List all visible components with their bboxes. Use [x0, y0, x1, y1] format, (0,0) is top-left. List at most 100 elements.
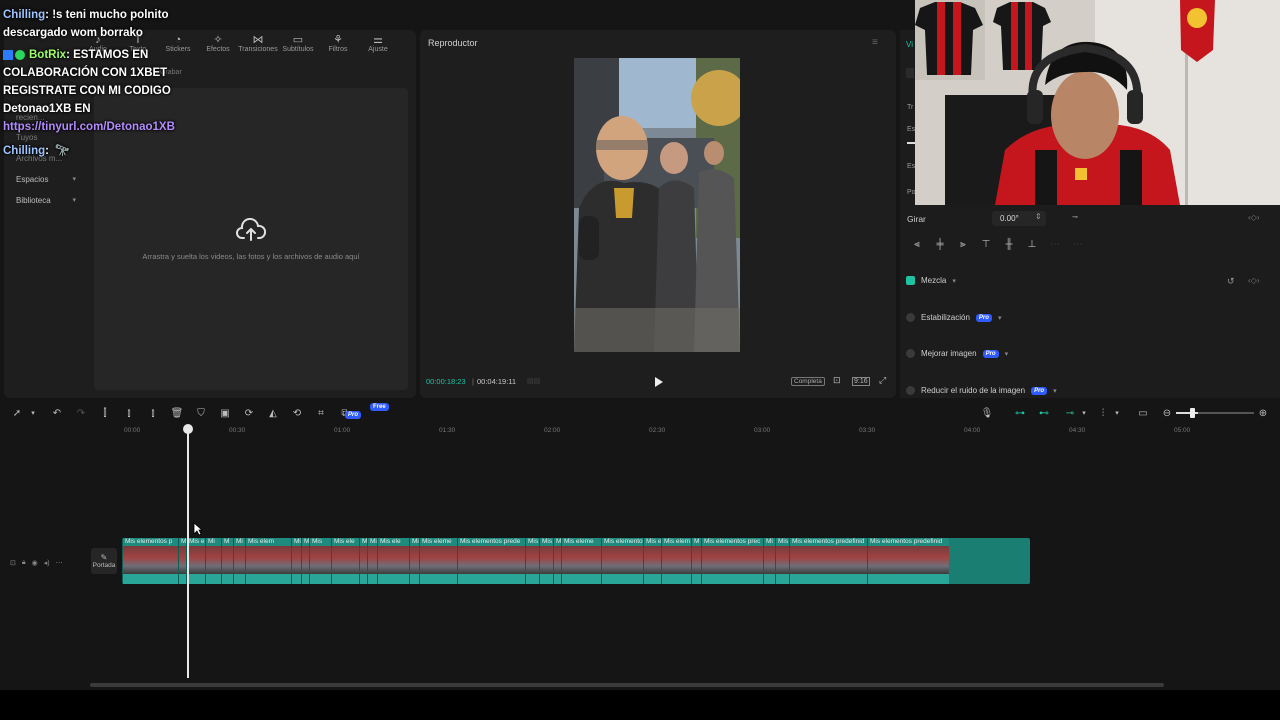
crop-icon[interactable]: ⌗: [314, 406, 328, 420]
timeline-clip[interactable]: Mi: [205, 538, 221, 584]
media-dropzone[interactable]: Arrastra y suelta los videos, las fotos …: [94, 88, 408, 390]
timeline-clip[interactable]: M: [691, 538, 701, 584]
timeline-clip[interactable]: M: [553, 538, 561, 584]
timeline-clip[interactable]: Mi: [291, 538, 301, 584]
tab-stickers[interactable]: ◔ Stickers: [160, 34, 196, 58]
sidebar-item-spaces[interactable]: Espacios ▾: [8, 170, 82, 188]
zoom-slider-track[interactable]: [1198, 412, 1254, 414]
caption-icon[interactable]: ▭: [1136, 406, 1150, 420]
timeline-clip[interactable]: M: [359, 538, 367, 584]
tab-effects[interactable]: ✧ Efectos: [200, 34, 236, 58]
props-slider-stub[interactable]: [907, 142, 915, 144]
enhance-image-checkbox[interactable]: [906, 349, 915, 358]
timeline-clip[interactable]: Mi: [301, 538, 311, 584]
split-left-icon[interactable]: ⫾: [122, 406, 136, 420]
distribute-h-icon[interactable]: ⋯: [1048, 237, 1062, 251]
timeline-clip[interactable]: Mis elem: [245, 538, 291, 584]
reverse-icon[interactable]: ⟳: [242, 406, 256, 420]
stabilization-checkbox[interactable]: [906, 313, 915, 322]
rotate-input[interactable]: 0.00°: [1000, 214, 1019, 223]
stabilization-row[interactable]: Estabilización Pro ▾: [906, 313, 1001, 322]
rotate-reset-icon[interactable]: ⊸: [1072, 213, 1078, 221]
playhead[interactable]: [187, 430, 189, 678]
align-left-icon[interactable]: ⫷: [910, 237, 924, 251]
aspect-ratio-icon[interactable]: 9:16: [852, 377, 870, 386]
quality-select[interactable]: Completa: [791, 377, 825, 386]
freeze-icon[interactable]: ▣: [218, 406, 232, 420]
undo-icon[interactable]: ↶: [50, 406, 64, 420]
video-preview[interactable]: [574, 58, 740, 352]
fullscreen-icon[interactable]: ⤢: [879, 375, 886, 386]
sidebar-item-library[interactable]: Biblioteca ▾: [8, 191, 82, 209]
reset-icon[interactable]: ↺: [1227, 276, 1235, 287]
align-right-icon[interactable]: ⫸: [956, 237, 970, 251]
timeline-clip[interactable]: Mis elemento: [601, 538, 643, 584]
timeline-clip[interactable]: Mis elementos prede: [457, 538, 525, 584]
keyframe-icon[interactable]: ‹◇›: [1248, 213, 1259, 222]
timeline-clip[interactable]: Mis: [775, 538, 789, 584]
rotate-stepper-icon[interactable]: ⇕: [1035, 212, 1042, 221]
timeline-clip[interactable]: Mis elementos predefinid: [789, 538, 867, 584]
denoise-row[interactable]: Reducir el ruido de la imagen Pro ▾: [906, 386, 1057, 395]
link-icon[interactable]: ⊸: [1063, 406, 1077, 420]
auto-snap-icon[interactable]: ⊷: [1037, 406, 1051, 420]
blend-row[interactable]: Mezcla ▾: [906, 276, 956, 285]
playhead-handle[interactable]: [183, 424, 193, 434]
select-tool-icon[interactable]: ➚: [10, 406, 24, 420]
chevron-down-icon[interactable]: ▾: [26, 406, 40, 420]
chevron-down-icon[interactable]: ▾: [1077, 406, 1091, 420]
tab-transitions[interactable]: ⋈ Transiciones: [238, 34, 277, 58]
more-icon[interactable]: ⋯: [56, 559, 63, 567]
timeline-clip[interactable]: Mis elem: [661, 538, 691, 584]
props-tab-video[interactable]: Vi: [906, 40, 913, 49]
tab-subtitles[interactable]: ▭ Subtítulos: [280, 34, 316, 58]
timeline-clip[interactable]: Mis: [525, 538, 539, 584]
zoom-slider-thumb[interactable]: [1190, 408, 1195, 418]
keyframe-icon[interactable]: ‹◇›: [1248, 276, 1259, 285]
align-center-v-icon[interactable]: ╫: [1002, 237, 1016, 251]
redo-icon[interactable]: ↷: [74, 406, 88, 420]
split-icon[interactable]: ⫿: [98, 406, 112, 420]
marker-icon[interactable]: ⛉: [194, 406, 208, 420]
timeline-clip[interactable]: M: [178, 538, 186, 584]
align-top-icon[interactable]: ⊤: [979, 237, 993, 251]
zoom-out-icon[interactable]: ⊖: [1160, 406, 1174, 420]
menu-icon[interactable]: ≡: [872, 37, 878, 48]
tab-adjust[interactable]: ⚌ Ajuste: [360, 34, 396, 58]
timeline-clip[interactable]: Mis elementos predefinid: [867, 538, 949, 584]
time-ruler[interactable]: [88, 424, 1280, 438]
timeline-clip[interactable]: Mis eleme: [561, 538, 601, 584]
preview-axis-icon[interactable]: ⫶: [1096, 406, 1110, 420]
mirror-icon[interactable]: ◭: [266, 406, 280, 420]
distribute-v-icon[interactable]: ⋯: [1071, 237, 1085, 251]
video-track[interactable]: Mis elementos p M Mis e Mi M Mi Mis elem Mi Mi Mi…: [122, 538, 1030, 584]
align-center-h-icon[interactable]: ╪: [933, 237, 947, 251]
speaker-icon[interactable]: ◂): [44, 559, 50, 567]
timeline-clip[interactable]: Mis eleme: [419, 538, 457, 584]
tab-filters[interactable]: ⚘ Filtros: [320, 34, 356, 58]
timeline-clip[interactable]: Mis ele: [377, 538, 409, 584]
eye-icon[interactable]: ◉: [32, 559, 38, 567]
main-track-magnet-icon[interactable]: ⊶: [1013, 406, 1027, 420]
timeline-clip[interactable]: Mis elementos p: [122, 538, 178, 584]
split-right-icon[interactable]: ⫾: [146, 406, 160, 420]
timecode-toggle-icon[interactable]: ▤▤: [527, 377, 540, 385]
screenshot-icon[interactable]: ⊡: [833, 375, 841, 386]
timeline-scrollbar[interactable]: [90, 683, 1164, 687]
zoom-in-icon[interactable]: ⊕: [1256, 406, 1270, 420]
timeline-clip[interactable]: Mi: [367, 538, 377, 584]
track-toggle-icon[interactable]: ⊡: [10, 559, 16, 567]
delete-icon[interactable]: 🗑︎: [170, 406, 184, 420]
chat-link[interactable]: https://tinyurl.com/Detonao1XB: [3, 121, 175, 133]
timeline-clip[interactable]: Mi: [409, 538, 419, 584]
enhance-image-row[interactable]: Mejorar imagen Pro ▾: [906, 349, 1008, 358]
timeline-clip[interactable]: Mis ele: [331, 538, 359, 584]
timeline-clip[interactable]: Mis e: [643, 538, 662, 584]
timeline-clip[interactable]: Mis: [539, 538, 553, 584]
chevron-down-icon[interactable]: ▾: [1110, 406, 1124, 420]
timeline-clip[interactable]: Mi: [233, 538, 245, 584]
timeline-clip[interactable]: Mis elementos prec: [701, 538, 763, 584]
microphone-icon[interactable]: 🎙︎: [980, 406, 994, 420]
align-bottom-icon[interactable]: ⊥: [1025, 237, 1039, 251]
play-button[interactable]: [651, 375, 665, 389]
